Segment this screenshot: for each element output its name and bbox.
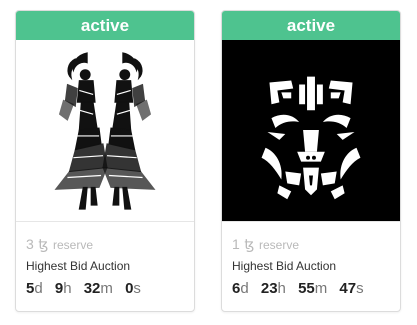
reserve-price: 3 ꜩ reserve: [26, 236, 184, 255]
reserve-price: 1 ꜩ reserve: [232, 236, 390, 255]
seconds-unit: s: [356, 280, 364, 297]
reserve-label: reserve: [52, 238, 93, 252]
seconds-unit: s: [133, 280, 141, 297]
status-badge: active: [222, 11, 400, 40]
tribal-mask-artwork-icon: [261, 76, 361, 200]
days-unit: d: [240, 280, 249, 297]
minutes-value: 55: [298, 280, 315, 297]
days-unit: d: [34, 280, 43, 297]
countdown-timer: 5d 9h 32m 0s: [26, 280, 184, 297]
hours-value: 23: [260, 280, 278, 297]
seconds-value: 47: [339, 280, 357, 297]
minutes-value: 32: [83, 280, 101, 297]
auction-type: Highest Bid Auction: [232, 259, 337, 273]
countdown-timer: 6d 23h 55m 47s: [232, 280, 390, 297]
auction-type: Highest Bid Auction: [26, 259, 131, 273]
minutes-unit: m: [100, 280, 113, 297]
reserve-amount: 1: [232, 236, 240, 252]
tez-currency-icon: ꜩ: [38, 236, 49, 252]
minutes-unit: m: [314, 280, 328, 297]
hours-value: 9: [54, 280, 64, 297]
auction-card[interactable]: active: [15, 10, 195, 312]
mirrored-dancers-artwork-icon: [54, 52, 156, 210]
tez-currency-icon: ꜩ: [244, 236, 255, 252]
reserve-amount: 3: [26, 236, 34, 252]
reserve-label: reserve: [258, 238, 299, 252]
auction-card[interactable]: active: [221, 10, 401, 312]
artwork-thumbnail[interactable]: [222, 40, 400, 221]
status-badge: active: [16, 11, 194, 40]
artwork-thumbnail[interactable]: [16, 40, 194, 221]
hours-unit: h: [277, 280, 286, 297]
hours-unit: h: [63, 280, 72, 297]
